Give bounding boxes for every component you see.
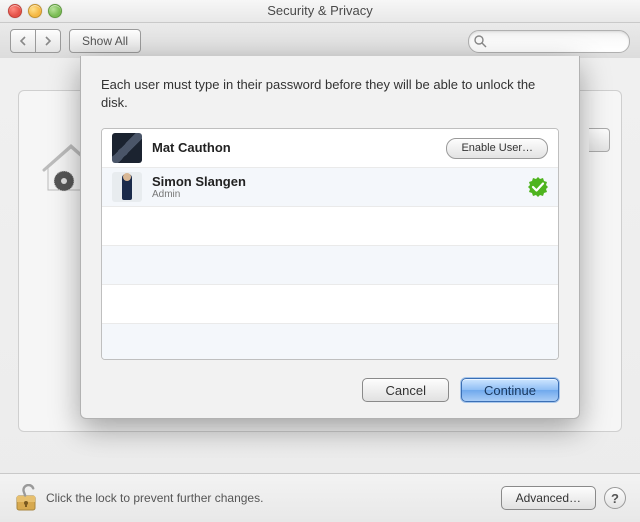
help-button[interactable]: ?	[604, 487, 626, 509]
footer-bar: Click the lock to prevent further change…	[0, 473, 640, 522]
chevron-right-icon	[44, 36, 52, 46]
close-window-button[interactable]	[8, 4, 22, 18]
forward-button[interactable]	[35, 29, 61, 53]
continue-button[interactable]: Continue	[461, 378, 559, 402]
chevron-left-icon	[19, 36, 27, 46]
search-input[interactable]	[489, 33, 629, 49]
user-list: Mat Cauthon Enable User… Simon Slangen A…	[101, 128, 559, 360]
show-all-button[interactable]: Show All	[69, 29, 141, 53]
user-row[interactable]: Simon Slangen Admin	[102, 168, 558, 207]
continue-label: Continue	[484, 383, 536, 398]
list-empty-row	[102, 324, 558, 360]
minimize-window-button[interactable]	[28, 4, 42, 18]
advanced-label: Advanced…	[516, 491, 581, 505]
avatar	[112, 172, 142, 202]
back-button[interactable]	[10, 29, 36, 53]
list-empty-row	[102, 285, 558, 324]
nav-back-forward	[10, 29, 61, 53]
list-empty-row	[102, 246, 558, 285]
cancel-label: Cancel	[385, 383, 425, 398]
toolbar: Show All	[0, 23, 640, 60]
unlocked-lock-icon[interactable]	[14, 484, 38, 512]
lock-hint-text: Click the lock to prevent further change…	[46, 491, 263, 505]
user-role: Admin	[152, 189, 246, 200]
enable-user-label: Enable User…	[461, 142, 533, 154]
cancel-button[interactable]: Cancel	[362, 378, 448, 402]
enable-user-button[interactable]: Enable User…	[446, 138, 548, 159]
avatar	[112, 133, 142, 163]
enabled-check-icon	[528, 177, 548, 197]
advanced-button[interactable]: Advanced…	[501, 486, 596, 510]
help-label: ?	[611, 491, 619, 506]
window-titlebar: Security & Privacy	[0, 0, 640, 23]
list-empty-row	[102, 207, 558, 246]
show-all-label: Show All	[82, 34, 128, 48]
background-button-stub	[589, 128, 610, 152]
zoom-window-button[interactable]	[48, 4, 62, 18]
window-title: Security & Privacy	[267, 3, 372, 18]
search-icon	[474, 35, 487, 48]
user-row[interactable]: Mat Cauthon Enable User…	[102, 129, 558, 168]
prefpane-body: Each user must type in their password be…	[0, 58, 640, 522]
search-field[interactable]	[468, 30, 630, 53]
enable-users-sheet: Each user must type in their password be…	[80, 56, 580, 419]
user-name: Mat Cauthon	[152, 141, 231, 155]
sheet-message: Each user must type in their password be…	[101, 76, 559, 112]
user-name: Simon Slangen	[152, 175, 246, 189]
